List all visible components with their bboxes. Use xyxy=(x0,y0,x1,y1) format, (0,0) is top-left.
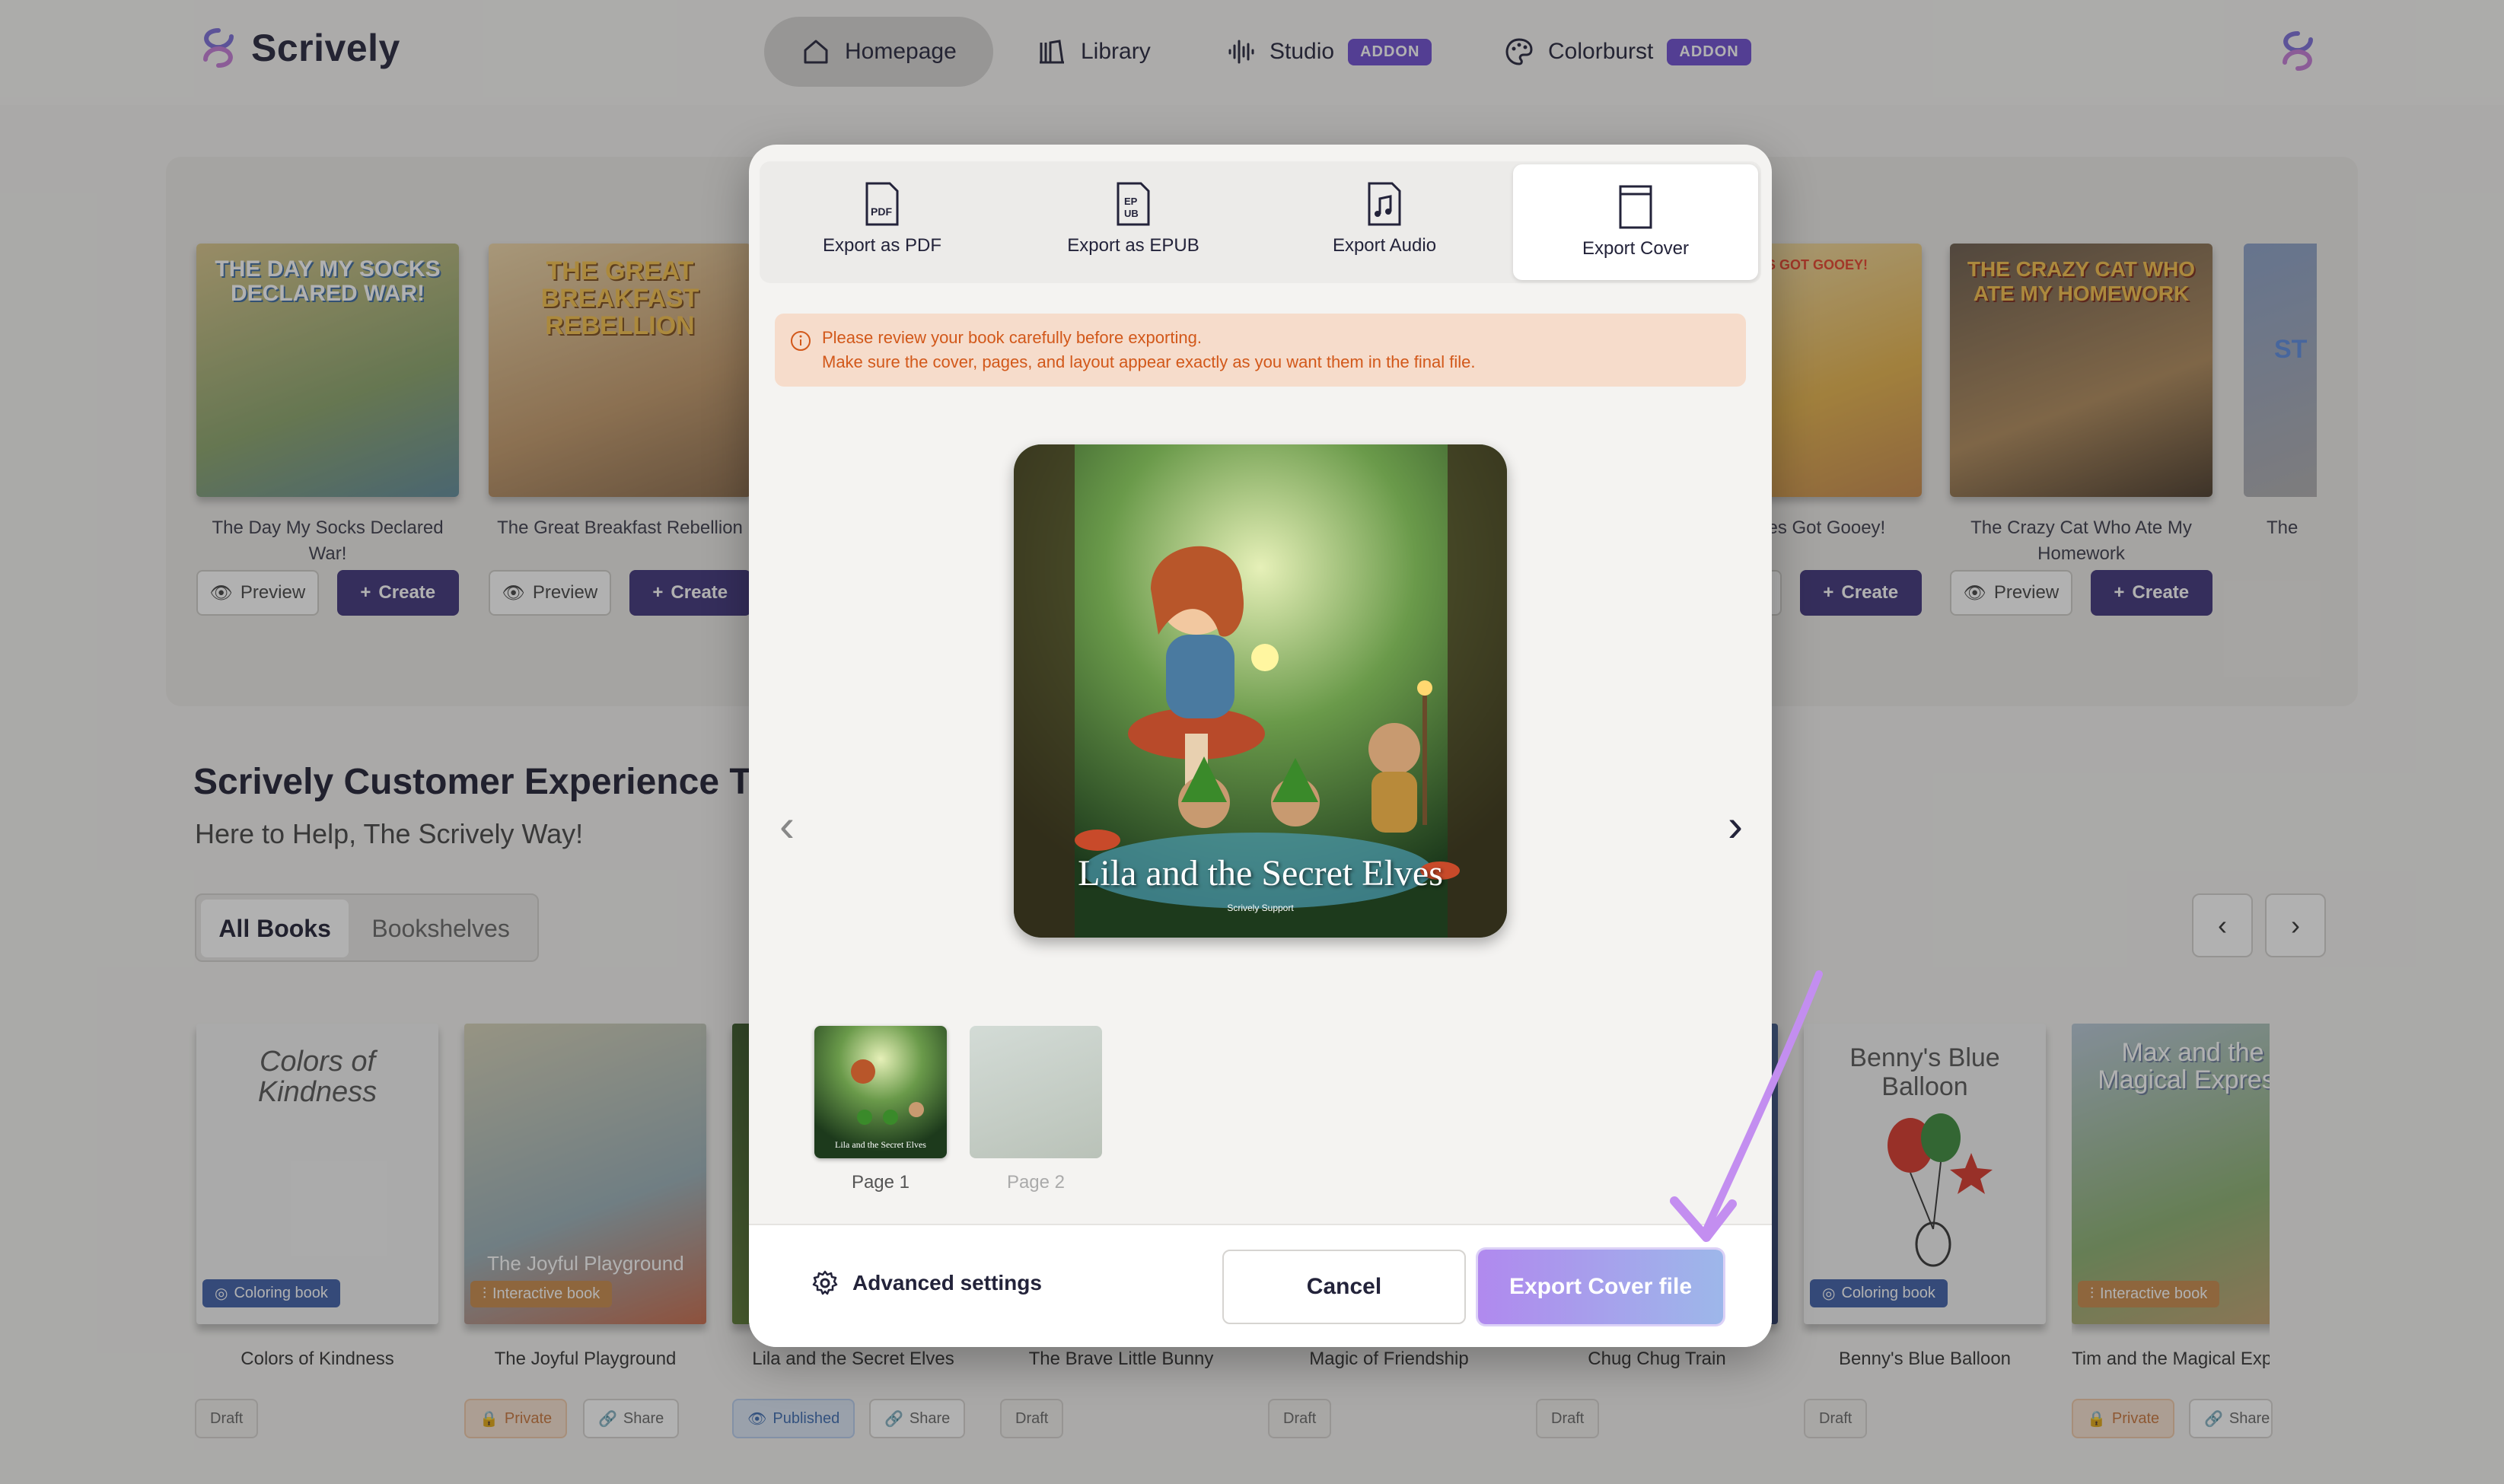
tab-export-pdf[interactable]: PDF Export as PDF xyxy=(760,161,1005,277)
thumbnail-label: Page 2 xyxy=(1006,1172,1066,1193)
tab-export-audio[interactable]: Export Audio xyxy=(1262,161,1507,277)
cover-preview: Lila and the Secret Elves Scrively Suppo… xyxy=(1014,444,1507,938)
svg-text:PDF: PDF xyxy=(871,205,892,218)
tab-label: Export Cover xyxy=(1582,238,1690,259)
chevron-left-icon: ‹ xyxy=(779,800,795,851)
tab-label: Export Audio xyxy=(1332,235,1437,256)
tab-export-cover[interactable]: Export Cover xyxy=(1513,164,1758,280)
thumbnail-label: Page 1 xyxy=(851,1172,910,1193)
gear-icon xyxy=(812,1270,838,1295)
export-modal: PDF Export as PDF EP UB Export as EPUB Ex… xyxy=(749,145,1772,1347)
export-cover-button[interactable]: Export Cover file xyxy=(1478,1250,1723,1324)
export-tabs: PDF Export as PDF EP UB Export as EPUB Ex… xyxy=(760,161,1761,283)
svg-text:Lila and the Secret Elves: Lila and the Secret Elves xyxy=(835,1139,926,1150)
cancel-button[interactable]: Cancel xyxy=(1222,1250,1466,1324)
audio-file-icon xyxy=(1368,182,1401,226)
cover-title: Lila and the Secret Elves xyxy=(1078,853,1443,893)
advanced-settings-button[interactable]: Advanced settings xyxy=(811,1269,1042,1297)
epub-file-icon: EPUB xyxy=(1117,182,1150,226)
tab-export-epub[interactable]: EP UB Export as EPUB xyxy=(1011,161,1256,277)
page-thumbnail-1[interactable]: Lila and the Secret Elves xyxy=(814,1026,947,1158)
advanced-settings-label: Advanced settings xyxy=(852,1271,1042,1295)
info-icon xyxy=(791,331,811,351)
cover-author: Scrively Support xyxy=(1227,903,1294,913)
pdf-file-icon: PDF xyxy=(865,182,899,226)
tab-label: Export as PDF xyxy=(822,235,942,256)
svg-text:UB: UB xyxy=(1124,208,1139,219)
cover-file-icon xyxy=(1619,185,1652,229)
prev-cover-button[interactable]: ‹ xyxy=(779,799,795,852)
next-cover-button[interactable]: › xyxy=(1728,799,1743,852)
annotation-arrow-icon xyxy=(1670,970,1823,1242)
export-warning: Please review your book carefully before… xyxy=(775,314,1746,387)
svg-text:EP: EP xyxy=(1124,196,1138,207)
page-thumbnail-2[interactable] xyxy=(970,1026,1102,1158)
warning-line-1: Please review your book carefully before… xyxy=(822,328,1202,347)
thumbnail-illustration: Lila and the Secret Elves xyxy=(814,1026,947,1158)
tab-label: Export as EPUB xyxy=(1067,235,1199,256)
warning-line-2: Make sure the cover, pages, and layout a… xyxy=(822,352,1476,371)
chevron-right-icon: › xyxy=(1728,800,1743,851)
